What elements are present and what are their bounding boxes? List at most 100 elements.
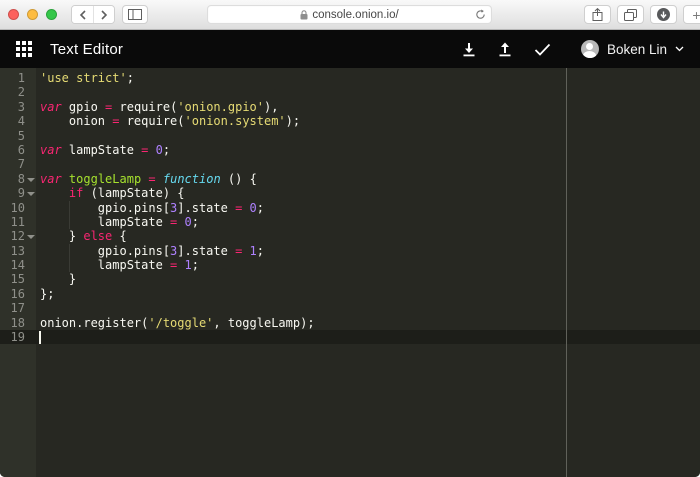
browser-toolbar: console.onion.io/ + — [0, 0, 700, 30]
code-line[interactable]: 4 onion = require('onion.system'); — [0, 114, 700, 128]
user-menu[interactable]: Boken Lin — [580, 40, 684, 58]
text-cursor — [39, 331, 41, 344]
forward-icon — [101, 9, 108, 20]
minimize-window-button[interactable] — [27, 9, 38, 20]
reload-icon — [476, 9, 485, 19]
code-lines: 1 'use strict'; 2 3 var gpio = require('onio… — [0, 68, 700, 345]
avatar — [580, 40, 599, 58]
downloads-icon — [657, 8, 670, 21]
url-text: console.onion.io/ — [312, 8, 399, 21]
line-number: 3 — [17, 99, 25, 114]
line-number: 7 — [17, 157, 25, 172]
line-number: 17 — [10, 301, 25, 316]
code-text: var lampState = 0; — [40, 142, 171, 157]
code-line[interactable]: 6 var lampState = 0; — [0, 143, 700, 157]
tabs-icon — [624, 8, 637, 21]
new-tab-button[interactable]: + — [683, 5, 700, 24]
line-number: 15 — [10, 272, 25, 287]
forward-button[interactable] — [93, 6, 114, 23]
share-button[interactable] — [584, 5, 611, 24]
code-text: } — [40, 272, 77, 287]
tab-overview-button[interactable] — [617, 5, 644, 24]
code-text: } else { — [40, 229, 127, 244]
code-line[interactable]: 3 var gpio = require('onion.gpio'), — [0, 100, 700, 114]
download-icon — [463, 42, 475, 56]
code-text: 'use strict'; — [40, 71, 134, 85]
browser-window: console.onion.io/ + Text Editor Boken Li… — [0, 0, 700, 477]
zoom-window-button[interactable] — [46, 9, 57, 20]
toolbar-right-buttons: + — [584, 5, 700, 24]
code-line[interactable]: 7 — [0, 157, 700, 171]
fold-arrow-icon[interactable] — [27, 177, 35, 182]
code-text: gpio.pins[3].state = 0; — [36, 200, 700, 216]
code-line[interactable]: 2 — [0, 85, 700, 99]
code-line[interactable]: 17 — [0, 301, 700, 315]
user-name: Boken Lin — [606, 41, 667, 57]
code-text: onion = require('onion.system'); — [40, 114, 301, 129]
code-line[interactable]: 10 gpio.pins[3].state = 0; — [0, 200, 700, 216]
code-line[interactable]: 12 } else { — [0, 229, 700, 243]
code-text: }; — [40, 286, 55, 301]
sidebar-icon — [128, 9, 142, 20]
download-file-button[interactable] — [462, 42, 476, 57]
fold-arrow-icon[interactable] — [27, 192, 35, 197]
line-number: 16 — [10, 286, 25, 301]
history-nav — [71, 5, 115, 24]
code-line[interactable]: 9 if (lampState) { — [0, 186, 700, 200]
line-number: 5 — [17, 128, 25, 143]
code-text: lampState = 0; — [36, 214, 700, 230]
code-line[interactable]: 5 — [0, 129, 700, 143]
app-header-actions: Boken Lin — [462, 40, 684, 58]
line-number: 18 — [10, 315, 25, 330]
sidebar-toggle-button[interactable] — [122, 5, 148, 24]
code-line[interactable]: 16}; — [0, 287, 700, 301]
upload-file-button[interactable] — [498, 42, 512, 57]
code-text: onion.register('/toggle', toggleLamp); — [40, 315, 315, 330]
line-number: 10 — [10, 200, 25, 215]
page-title: Text Editor — [50, 40, 124, 58]
line-number: 11 — [10, 214, 25, 229]
code-line[interactable]: 1 'use strict'; — [0, 71, 700, 85]
address-bar[interactable]: console.onion.io/ — [207, 5, 492, 24]
fold-arrow-icon[interactable] — [27, 235, 35, 240]
code-text: if (lampState) { — [68, 186, 185, 201]
chevron-down-icon — [675, 46, 684, 52]
code-editor[interactable]: 1 'use strict'; 2 3 var gpio = require('onio… — [0, 68, 700, 477]
apps-grid-icon[interactable] — [16, 41, 32, 57]
code-line[interactable]: 8 var toggleLamp = function () { — [0, 172, 700, 186]
code-text: var gpio = require('onion.gpio'), — [40, 99, 279, 114]
lock-icon — [300, 9, 308, 20]
code-text — [36, 330, 700, 344]
code-text: var toggleLamp = function () { — [40, 171, 257, 186]
back-icon — [79, 9, 86, 20]
print-margin-line — [566, 68, 567, 477]
code-line[interactable]: 15 } — [0, 272, 700, 286]
upload-icon — [499, 42, 511, 56]
line-number: 19 — [10, 330, 25, 345]
downloads-button[interactable] — [650, 5, 677, 24]
save-check-button[interactable] — [534, 43, 551, 56]
back-button[interactable] — [72, 6, 93, 23]
app-header: Text Editor Boken Lin — [0, 30, 700, 68]
code-line[interactable]: 13 gpio.pins[3].state = 1; — [0, 243, 700, 259]
line-number: 1 — [17, 71, 25, 85]
line-number: 4 — [17, 114, 25, 129]
reload-button[interactable] — [475, 8, 486, 24]
code-line[interactable]: 14 lampState = 1; — [0, 258, 700, 273]
code-line[interactable]: 19 — [0, 330, 700, 345]
share-icon — [592, 8, 603, 21]
line-number: 13 — [10, 243, 25, 258]
code-text: gpio.pins[3].state = 1; — [36, 243, 700, 259]
code-line[interactable]: 11 lampState = 0; — [0, 214, 700, 230]
window-controls — [8, 9, 57, 20]
code-line[interactable]: 18 onion.register('/toggle', toggleLamp); — [0, 316, 700, 330]
check-icon — [534, 43, 551, 56]
code-text: lampState = 1; — [36, 258, 700, 273]
line-number: 14 — [10, 258, 25, 273]
close-window-button[interactable] — [8, 9, 19, 20]
line-number: 6 — [17, 142, 25, 157]
